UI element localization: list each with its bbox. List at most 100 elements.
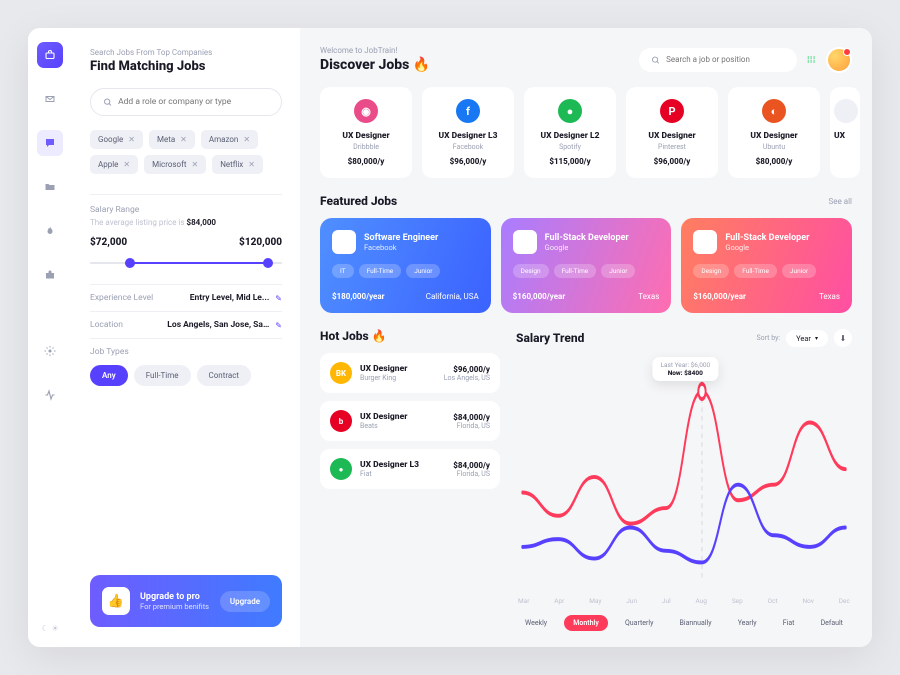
featured-card[interactable]: GFull-Stack DeveloperGoogle DesignFull-T… [501,218,672,313]
chart-tooltip: Last Year: $6,000 Now: $8400 [652,357,718,381]
nav-rail: ☾☀ [28,28,72,647]
company-card[interactable]: f UX Designer L3 Facebook $96,000/y [422,87,514,178]
hot-job-item[interactable]: b UX DesignerBeats $84,000/yFlorida, US [320,401,500,441]
company-logo: G [513,230,537,254]
discover-title: Discover Jobs 🔥 [320,57,430,73]
featured-card[interactable]: GFull-Stack DeveloperGoogle DesignFull-T… [681,218,852,313]
period-chip[interactable]: Yearly [729,615,766,631]
nav-briefcase-icon[interactable] [37,262,63,288]
welcome-text: Welcome to JobTrain! [320,46,430,55]
main-search-input[interactable] [666,55,785,64]
sidebar-search[interactable] [90,88,282,116]
company-card[interactable]: ◐ UX Designer Ubuntu $80,000/y [728,87,820,178]
sidebar-title: Find Matching Jobs [90,59,282,74]
filter-tags: Google✕ Meta✕ Amazon✕ Apple✕ Microsoft✕ Netfl… [90,130,282,174]
search-icon [103,97,112,107]
salary-slider[interactable] [90,256,282,270]
close-icon[interactable]: ✕ [248,160,255,169]
company-carousel: ◉ UX Designer Dribbble $80,000/yf UX Des… [320,87,852,178]
featured-header: Featured Jobs See all [320,194,852,208]
salary-max: $120,000 [239,237,282,248]
company-logo: ● [330,458,352,480]
trend-chart: Last Year: $6,000 Now: $8400 [516,355,852,595]
salary-hint: The average listing price is $84,000 [90,218,282,227]
company-logo: b [330,410,352,432]
company-card-peek[interactable]: UX [830,87,860,178]
salary-range-values: $72,000 $120,000 [90,237,282,248]
main-content: Welcome to JobTrain! Discover Jobs 🔥 ¦¦¦… [300,28,872,647]
edit-icon[interactable]: ✎ [275,321,282,330]
filter-tag[interactable]: Netflix✕ [212,155,263,174]
chevron-down-icon: ▾ [815,335,818,342]
sun-icon: ☀ [52,624,59,633]
jobtype-chip[interactable]: Contract [197,365,252,386]
filter-tag[interactable]: Microsoft✕ [144,155,206,174]
edit-icon[interactable]: ✎ [275,294,282,303]
hot-jobs-panel: Hot Jobs 🔥 BK UX DesignerBurger King $96… [320,329,500,631]
jobtype-chip[interactable]: Any [90,365,128,386]
experience-field[interactable]: Experience Level Entry Level, Mid Le... … [90,284,282,311]
company-card[interactable]: ◉ UX Designer Dribbble $80,000/y [320,87,412,178]
period-chip[interactable]: Weekly [516,615,556,631]
jobtypes-field: Job Types AnyFull-TimeContract [90,338,282,394]
jobtype-chip[interactable]: Full-Time [134,365,191,386]
see-all-link[interactable]: See all [829,197,852,206]
topbar: Welcome to JobTrain! Discover Jobs 🔥 ¦¦¦ [320,46,852,73]
period-chip[interactable]: Quarterly [616,615,662,631]
sidebar-search-input[interactable] [118,97,269,107]
close-icon[interactable]: ✕ [192,160,199,169]
salary-min: $72,000 [90,237,127,248]
nav-activity-icon[interactable] [37,382,63,408]
company-logo: P [660,99,684,123]
upgrade-button[interactable]: Upgrade [220,591,270,612]
company-card[interactable]: ● UX Designer L2 Spotify $115,000/y [524,87,616,178]
theme-toggle[interactable]: ☾☀ [41,624,58,633]
slider-knob-min[interactable] [125,258,135,268]
nav-inbox-icon[interactable] [37,86,63,112]
company-logo: f [456,99,480,123]
download-icon[interactable]: ⬇ [834,329,852,347]
company-logo: BK [330,362,352,384]
pulse-icon[interactable]: ¦¦¦ [807,55,816,64]
company-logo: ● [558,99,582,123]
app-shell: ☾☀ Search Jobs From Top Companies Find M… [28,28,872,647]
bottom-row: Hot Jobs 🔥 BK UX DesignerBurger King $96… [320,329,852,631]
period-chip[interactable]: Fiat [774,615,804,631]
close-icon[interactable]: ✕ [243,135,250,144]
slider-knob-max[interactable] [263,258,273,268]
period-chip[interactable]: Default [812,615,852,631]
filter-tag[interactable]: Amazon✕ [201,130,258,149]
salary-trend-panel: Salary Trend Sort by: Year▾ ⬇ Last Year:… [516,329,852,631]
filter-tag[interactable]: Google✕ [90,130,143,149]
search-icon [651,55,660,65]
filter-sidebar: Search Jobs From Top Companies Find Matc… [72,28,300,647]
main-search[interactable] [639,48,797,72]
divider [90,194,282,195]
nav-folder-icon[interactable] [37,174,63,200]
avatar[interactable] [826,47,852,73]
close-icon[interactable]: ✕ [123,160,130,169]
nav-fire-icon[interactable] [37,218,63,244]
company-card[interactable]: P UX Designer Pinterest $96,000/y [626,87,718,178]
featured-card[interactable]: Software EngineerFacebook ITFull-TimeJun… [320,218,491,313]
location-field[interactable]: Location Los Angels, San Jose, San F... … [90,311,282,338]
filter-tag[interactable]: Meta✕ [149,130,195,149]
hot-job-item[interactable]: BK UX DesignerBurger King $96,000/yLos A… [320,353,500,393]
thumbs-up-icon: 👍 [102,587,130,615]
nav-chat-icon[interactable] [37,130,63,156]
app-logo [37,42,63,68]
company-logo: ◉ [354,99,378,123]
hot-job-item[interactable]: ● UX Designer L3Fiat $84,000/yFlorida, U… [320,449,500,489]
filter-tag[interactable]: Apple✕ [90,155,138,174]
sort-select[interactable]: Year▾ [786,330,828,347]
company-logo [332,230,356,254]
period-chip[interactable]: Monthly [564,615,608,631]
moon-icon: ☾ [41,624,48,633]
salary-label: Salary Range [90,205,282,215]
period-chip[interactable]: Biannually [671,615,721,631]
close-icon[interactable]: ✕ [128,135,135,144]
nav-settings-icon[interactable] [37,338,63,364]
company-logo: ◐ [762,99,786,123]
close-icon[interactable]: ✕ [180,135,187,144]
featured-row: Software EngineerFacebook ITFull-TimeJun… [320,218,852,313]
